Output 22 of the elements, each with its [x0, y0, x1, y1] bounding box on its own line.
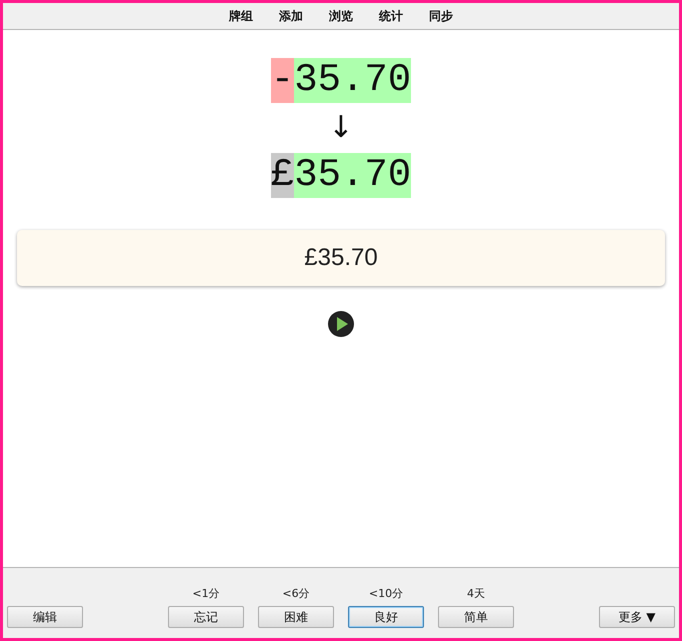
answer-text: £35.70	[304, 244, 378, 272]
typed-answer-segment: 35.70	[294, 58, 412, 103]
correct-answer-segment: £	[270, 153, 294, 198]
interval-label: 4天	[467, 586, 485, 601]
menu-item[interactable]: 添加	[266, 8, 316, 24]
play-icon[interactable]	[327, 310, 355, 338]
interval-label: <1分	[192, 586, 220, 601]
arrow-text: ↓	[328, 109, 354, 147]
typed-answer-segment: -	[270, 58, 294, 103]
menu-item[interactable]: 同步	[416, 8, 466, 24]
menu-item[interactable]: 牌组	[216, 8, 266, 24]
answer-button[interactable]: 忘记	[168, 606, 244, 628]
more-button[interactable]: 更多 ▼	[599, 606, 675, 628]
interval-label: <6分	[282, 586, 310, 601]
menu-item[interactable]: 统计	[366, 8, 416, 24]
answer-button[interactable]: 良好	[348, 606, 424, 628]
interval-label: <10分	[368, 586, 404, 601]
answer-button[interactable]: 困难	[258, 606, 334, 628]
answer-button[interactable]: 简单	[438, 606, 514, 628]
menu-item[interactable]: 浏览	[316, 8, 366, 24]
edit-button[interactable]: 编辑	[7, 606, 83, 628]
correct-answer-segment: 35.70	[294, 153, 412, 198]
